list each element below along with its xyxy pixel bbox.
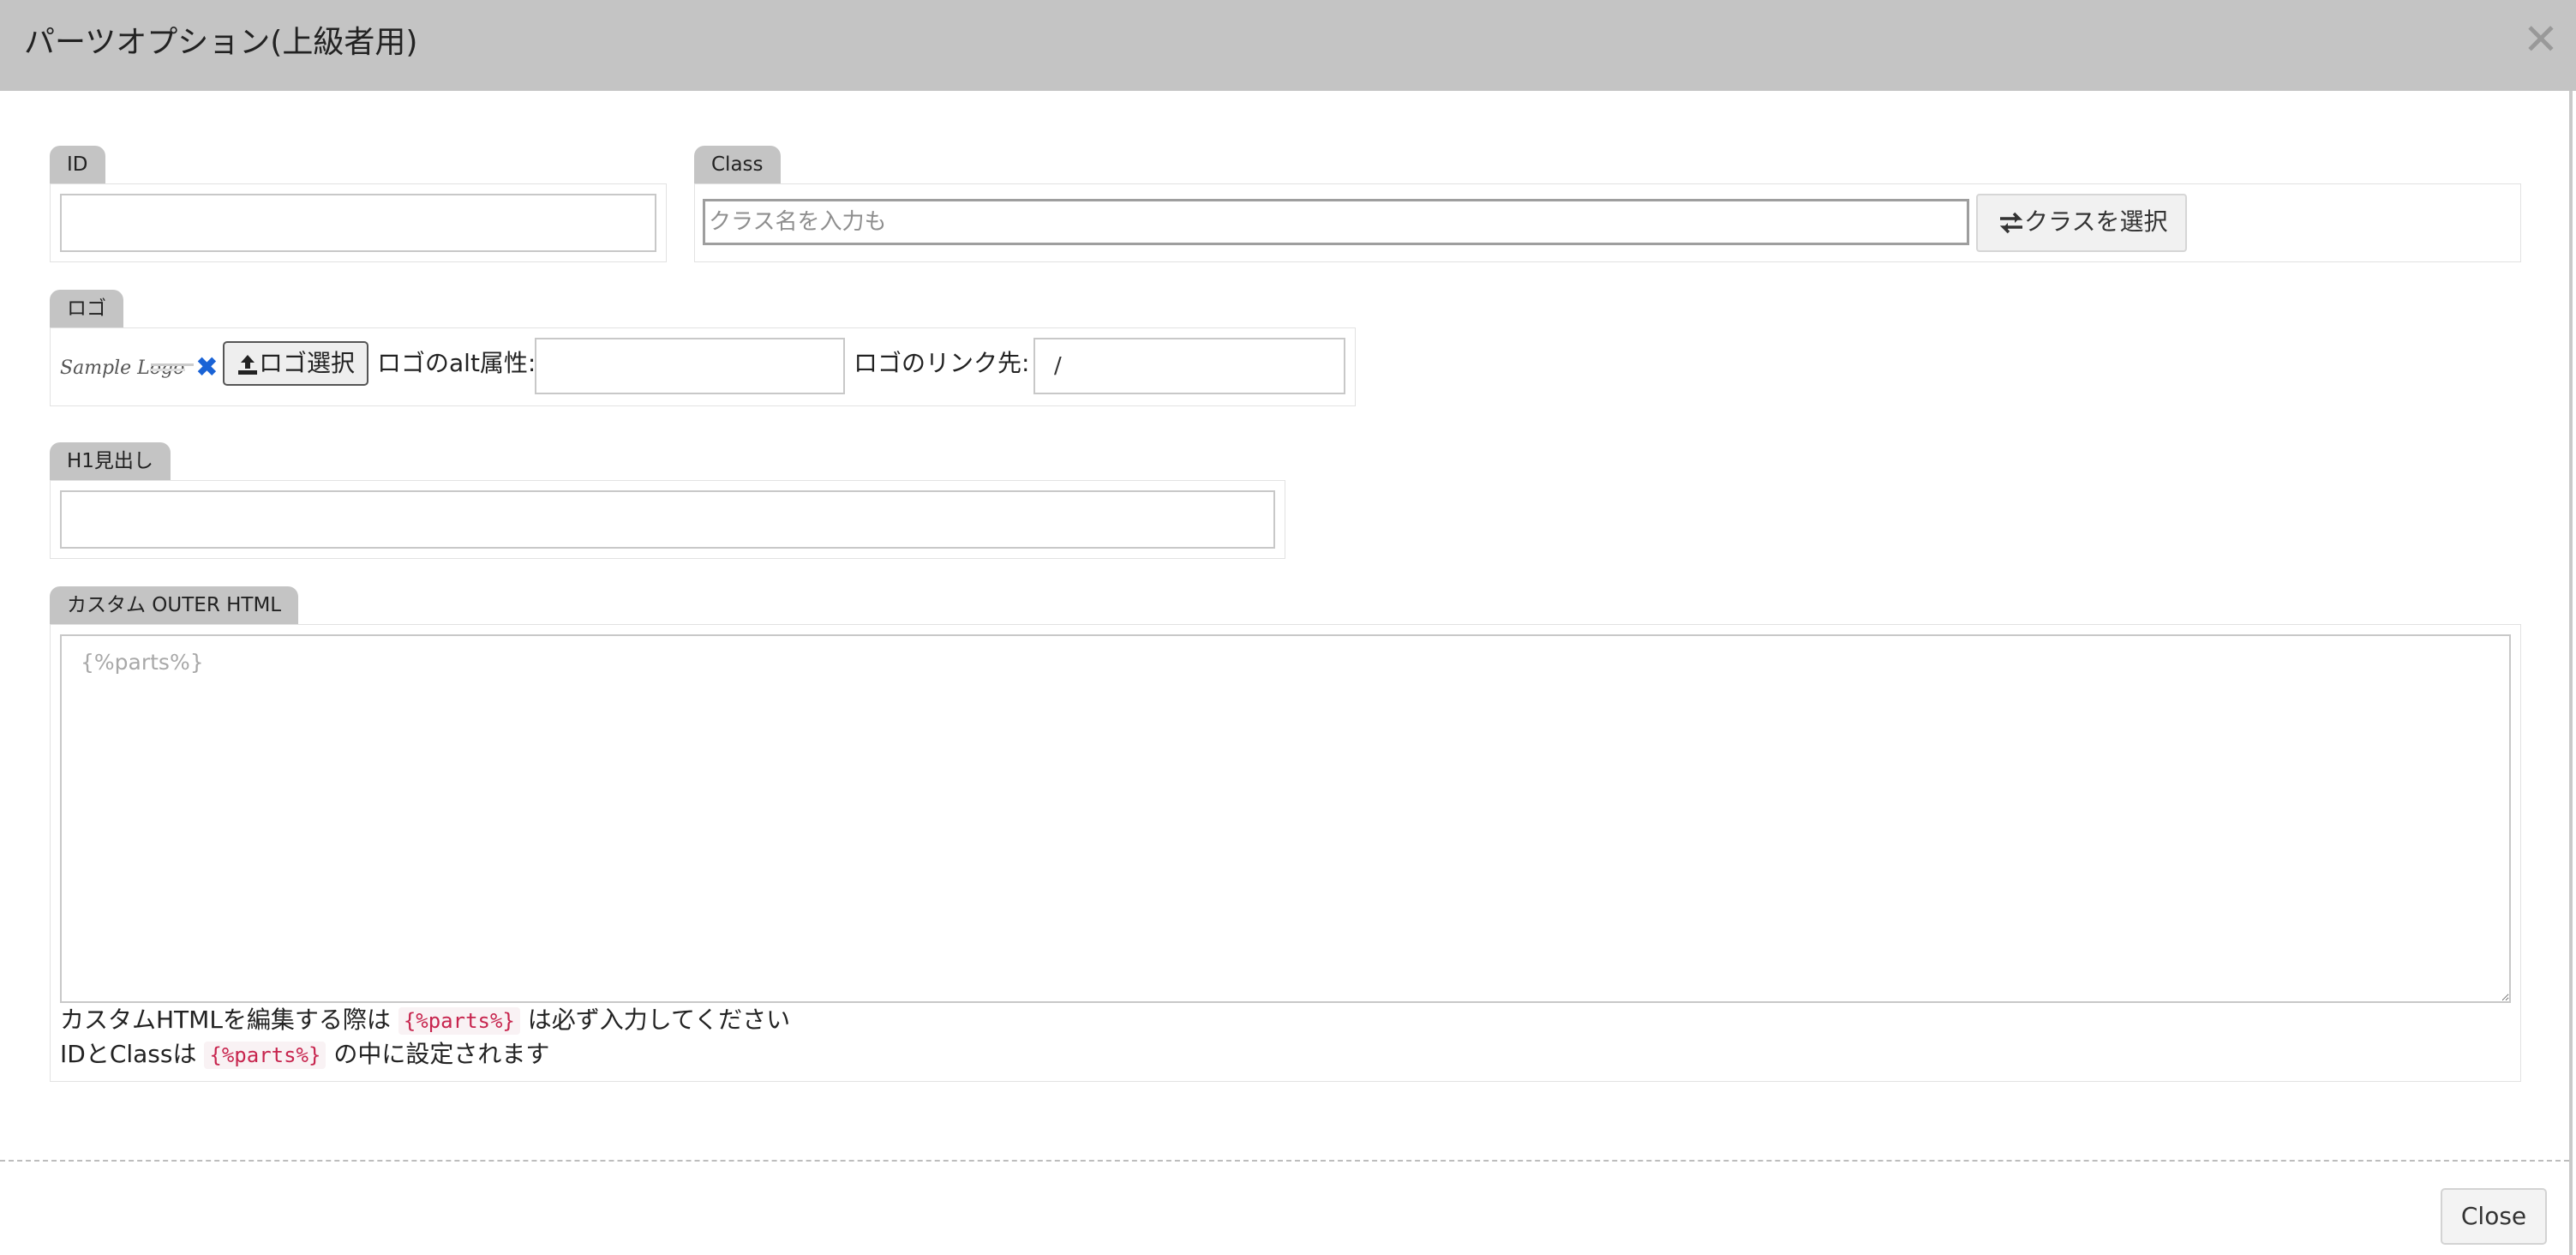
id-label: ID (50, 146, 105, 183)
dialog-title: パーツオプション(上級者用) (24, 25, 418, 60)
logo-alt-input[interactable] (535, 338, 845, 394)
logo-link-label: ロゴのリンク先: (854, 349, 1030, 377)
logo-text: Sample Logo (60, 357, 184, 379)
logo-preview: Sample Logo (60, 351, 197, 382)
logo-label: ロゴ (50, 290, 123, 327)
remove-icon[interactable]: ✖ (195, 350, 219, 384)
exchange-icon (1998, 207, 2024, 236)
help-text-1-code: {%parts%} (398, 1007, 520, 1035)
help-text-2: IDとClassは {%parts%} の中に設定されます (60, 1037, 549, 1072)
outer-html-label: カスタム OUTER HTML (50, 586, 299, 624)
logo-select-button[interactable]: ロゴ選択 (223, 341, 368, 386)
help-text-1-before: カスタムHTMLを編集する際は (60, 1006, 391, 1034)
help-text-2-before: IDとClassは (60, 1040, 197, 1068)
close-icon[interactable]: ✕ (2523, 15, 2559, 63)
h1-label: H1見出し (50, 442, 171, 480)
upload-icon (237, 349, 259, 377)
h1-input[interactable] (60, 490, 1275, 549)
help-text-1: カスタムHTMLを編集する際は {%parts%} は必ず入力してください (60, 1003, 790, 1038)
outer-html-textarea[interactable] (60, 634, 2511, 1003)
scrollbar[interactable] (2569, 91, 2573, 1255)
select-class-button[interactable]: クラスを選択 (1976, 194, 2187, 252)
help-text-2-code: {%parts%} (204, 1042, 326, 1069)
help-text-2-after: の中に設定されます (333, 1040, 550, 1068)
footer-separator (0, 1160, 2569, 1162)
class-label: Class (694, 146, 781, 183)
select-class-button-label: クラスを選択 (2024, 207, 2168, 236)
class-input[interactable] (703, 199, 1969, 245)
logo-alt-label: ロゴのalt属性: (377, 349, 536, 377)
help-text-1-after: は必ず入力してください (527, 1006, 791, 1034)
logo-select-button-label: ロゴ選択 (259, 349, 356, 377)
logo-link-input[interactable] (1033, 338, 1345, 394)
close-button[interactable]: Close (2441, 1188, 2547, 1245)
dialog-header: パーツオプション(上級者用) ✕ (0, 0, 2576, 91)
id-input[interactable] (60, 194, 656, 252)
